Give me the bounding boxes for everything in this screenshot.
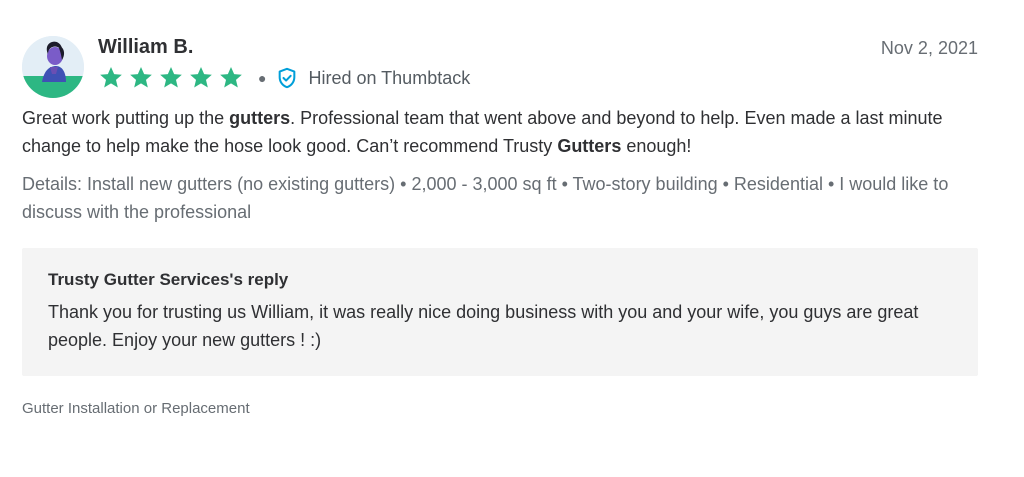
business-reply: Trusty Gutter Services's reply Thank you… xyxy=(22,248,978,376)
review-text-bold: gutters xyxy=(229,108,291,128)
hired-label: Hired on Thumbtack xyxy=(308,67,471,88)
avatar xyxy=(22,36,84,98)
review-details: Details: Install new gutters (no existin… xyxy=(22,174,949,222)
shield-check-icon xyxy=(276,67,298,89)
review-text-segment: Great work putting up the xyxy=(22,108,230,128)
review-text: Great work putting up the gutters. Profe… xyxy=(22,104,978,160)
review-card: William B. Nov 2, 2021 ● Hired on Thumbt… xyxy=(22,34,978,417)
reviewer-name: William B. xyxy=(98,36,194,58)
star-icon xyxy=(188,65,214,91)
rating-row: ● Hired on Thumbtack xyxy=(98,64,470,92)
review-date: Nov 2, 2021 xyxy=(880,38,978,58)
reply-text: Thank you for trusting us William, it wa… xyxy=(48,302,919,350)
review-text-segment: enough! xyxy=(621,136,692,156)
service-category: Gutter Installation or Replacement xyxy=(22,400,250,417)
star-icon xyxy=(218,65,244,91)
star-rating xyxy=(98,65,244,91)
star-icon xyxy=(158,65,184,91)
review-header: William B. Nov 2, 2021 ● Hired on Thumbt… xyxy=(22,34,978,98)
review-text-bold: Gutters xyxy=(557,136,622,156)
star-icon xyxy=(98,65,124,91)
avatar-illustration xyxy=(22,36,84,98)
separator-dot: ● xyxy=(258,70,267,86)
star-icon xyxy=(128,65,154,91)
reply-title: Trusty Gutter Services's reply xyxy=(48,270,289,289)
